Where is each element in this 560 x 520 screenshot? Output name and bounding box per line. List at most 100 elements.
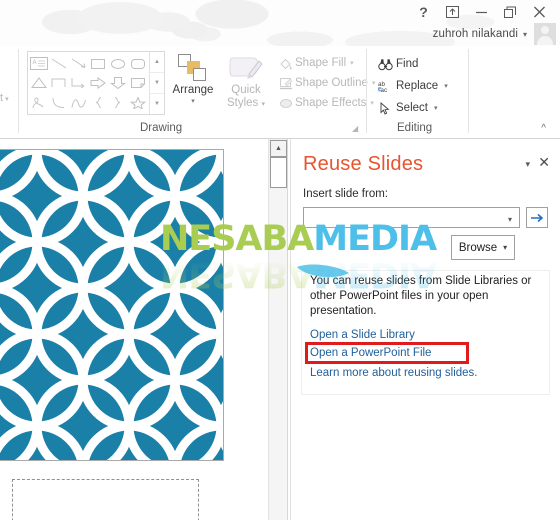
star-shape[interactable] xyxy=(128,93,148,112)
arrange-icon xyxy=(176,52,210,84)
arrange-button[interactable]: Arrange ▾ xyxy=(168,52,218,106)
learn-more-link[interactable]: Learn more about reusing slides. xyxy=(310,367,478,379)
rounded-rectangle-shape[interactable] xyxy=(128,54,148,73)
reuse-slides-panel: Reuse Slides ▾ ✕ Insert slide from: ▾ Br… xyxy=(290,139,560,520)
window-controls: ? xyxy=(409,2,554,22)
powerpoint-window: ? zuhroh nilakandi ▾ t ▾ A ▲ ▼ ▼ Arrange… xyxy=(0,0,560,520)
panel-menu-caret-icon[interactable]: ▾ xyxy=(525,159,530,170)
replace-label: Replace xyxy=(396,80,439,92)
browse-caret-icon[interactable]: ▾ xyxy=(503,243,507,252)
replace-caret-icon[interactable]: ▾ xyxy=(444,82,448,90)
triangle-shape[interactable] xyxy=(29,73,49,92)
elbow-arrow-connector-shape[interactable] xyxy=(69,73,89,92)
account-caret-icon[interactable]: ▾ xyxy=(523,30,527,39)
browse-button[interactable]: Browse ▾ xyxy=(451,235,515,260)
find-button[interactable]: Find xyxy=(375,53,448,75)
interlocking-circles-pattern xyxy=(0,150,223,460)
quick-styles-caret-icon[interactable]: ▾ xyxy=(262,101,266,108)
shape-effects-label: Shape Effects xyxy=(295,97,367,109)
quick-styles-icon xyxy=(227,52,265,84)
rectangle-shape[interactable] xyxy=(89,54,109,73)
down-arrow-shape[interactable] xyxy=(108,73,128,92)
shape-fill-button[interactable]: Shape Fill ▾ xyxy=(276,53,375,73)
line-shape[interactable] xyxy=(49,54,69,73)
curve-shape[interactable] xyxy=(69,93,89,112)
right-brace-shape[interactable] xyxy=(108,93,128,112)
shape-effects-caret-icon[interactable]: ▾ xyxy=(370,99,374,107)
panel-close-icon[interactable]: ✕ xyxy=(538,155,550,169)
restore-icon[interactable] xyxy=(496,2,525,22)
quick-styles-button[interactable]: Quick Styles ▾ xyxy=(220,52,272,111)
editing-commands-group: Find ab ac Replace ▾ Select ▾ xyxy=(375,53,448,119)
paint-bucket-icon xyxy=(276,57,295,70)
open-slide-library-link[interactable]: Open a Slide Library xyxy=(310,329,415,341)
chevron-down-icon[interactable]: ▾ xyxy=(5,96,9,103)
scroll-up-icon[interactable]: ▲ xyxy=(270,140,287,157)
shapes-gallery[interactable]: A ▲ ▼ ▼ xyxy=(27,51,165,115)
insert-slide-from-label: Insert slide from: xyxy=(303,188,388,200)
text-box-shape[interactable]: A xyxy=(29,54,49,73)
replace-button[interactable]: ab ac Replace ▾ xyxy=(375,75,448,97)
scrollbar-thumb[interactable] xyxy=(270,157,287,188)
shapes-scroll-up-icon[interactable]: ▲ xyxy=(150,52,164,73)
quick-styles-label-line2: Styles ▾ xyxy=(226,97,266,109)
scribble-shape[interactable] xyxy=(29,93,49,112)
svg-text:A: A xyxy=(32,60,36,66)
minimize-icon[interactable] xyxy=(467,2,496,22)
drawing-group-label: Drawing xyxy=(140,122,183,134)
right-arrow-shape[interactable] xyxy=(89,73,109,92)
insert-slide-from-input[interactable]: ▾ xyxy=(303,207,520,228)
left-brace-shape[interactable] xyxy=(89,93,109,112)
workarea-divider xyxy=(287,139,288,520)
browse-label: Browse xyxy=(458,241,498,254)
ribbon-left-cut-label: t xyxy=(0,92,4,104)
vertical-scrollbar[interactable]: ▲ xyxy=(268,139,288,520)
shape-fill-caret-icon[interactable]: ▾ xyxy=(350,59,354,67)
shape-effects-icon xyxy=(276,97,295,110)
collapse-ribbon-icon[interactable]: ^ xyxy=(541,123,546,134)
close-icon[interactable] xyxy=(525,2,554,22)
shapes-more-icon[interactable]: ▼ xyxy=(150,94,164,114)
group-divider-left xyxy=(18,49,19,133)
oval-shape[interactable] xyxy=(108,54,128,73)
slide-canvas[interactable] xyxy=(0,149,224,461)
shape-effects-button[interactable]: Shape Effects ▾ xyxy=(276,93,375,113)
drawing-dialog-launcher[interactable]: ◢ xyxy=(352,124,358,133)
cursor-arrow-icon xyxy=(375,101,396,115)
group-divider-editing-left xyxy=(366,49,367,133)
select-button[interactable]: Select ▾ xyxy=(375,97,448,119)
line-arrow-shape[interactable] xyxy=(69,54,89,73)
arc-shape[interactable] xyxy=(49,93,69,112)
folded-corner-shape[interactable] xyxy=(128,73,148,92)
chevron-down-icon[interactable]: ▾ xyxy=(508,215,512,224)
shape-outline-button[interactable]: Shape Outline ▾ xyxy=(276,73,375,93)
shape-outline-label: Shape Outline xyxy=(295,77,368,89)
account-area[interactable]: zuhroh nilakandi ▾ xyxy=(433,23,556,45)
go-button[interactable] xyxy=(526,207,548,228)
shapes-scroll-down-icon[interactable]: ▼ xyxy=(150,73,164,94)
elbow-connector-shape[interactable] xyxy=(49,73,69,92)
arrange-caret-icon[interactable]: ▾ xyxy=(168,97,218,106)
shapes-gallery-scrollbar[interactable]: ▲ ▼ ▼ xyxy=(149,52,164,114)
svg-text:ac: ac xyxy=(381,87,388,93)
content-placeholder[interactable] xyxy=(12,479,199,520)
select-label: Select xyxy=(396,102,428,114)
select-caret-icon[interactable]: ▾ xyxy=(434,104,438,112)
open-powerpoint-file-link[interactable]: Open a PowerPoint File xyxy=(310,347,431,359)
ribbon-left-cut-control[interactable]: t ▾ xyxy=(0,92,9,104)
quick-styles-label-line1: Quick xyxy=(231,84,261,96)
avatar[interactable] xyxy=(534,23,556,45)
scrollbar-track[interactable] xyxy=(270,189,287,520)
arrange-label: Arrange xyxy=(172,84,214,96)
ribbon-display-options-icon[interactable] xyxy=(438,2,467,22)
replace-abc-icon: ab ac xyxy=(375,80,396,93)
shape-fill-label: Shape Fill xyxy=(295,57,347,69)
help-icon[interactable]: ? xyxy=(409,2,438,22)
binoculars-icon xyxy=(375,58,396,71)
editing-group-label: Editing xyxy=(397,122,433,134)
slide-work-area xyxy=(0,139,290,520)
account-name: zuhroh nilakandi xyxy=(432,28,518,40)
pencil-outline-icon xyxy=(276,77,295,90)
shape-commands-group: Shape Fill ▾ Shape Outline ▾ Shape Effec… xyxy=(276,53,375,113)
find-label: Find xyxy=(396,58,419,70)
